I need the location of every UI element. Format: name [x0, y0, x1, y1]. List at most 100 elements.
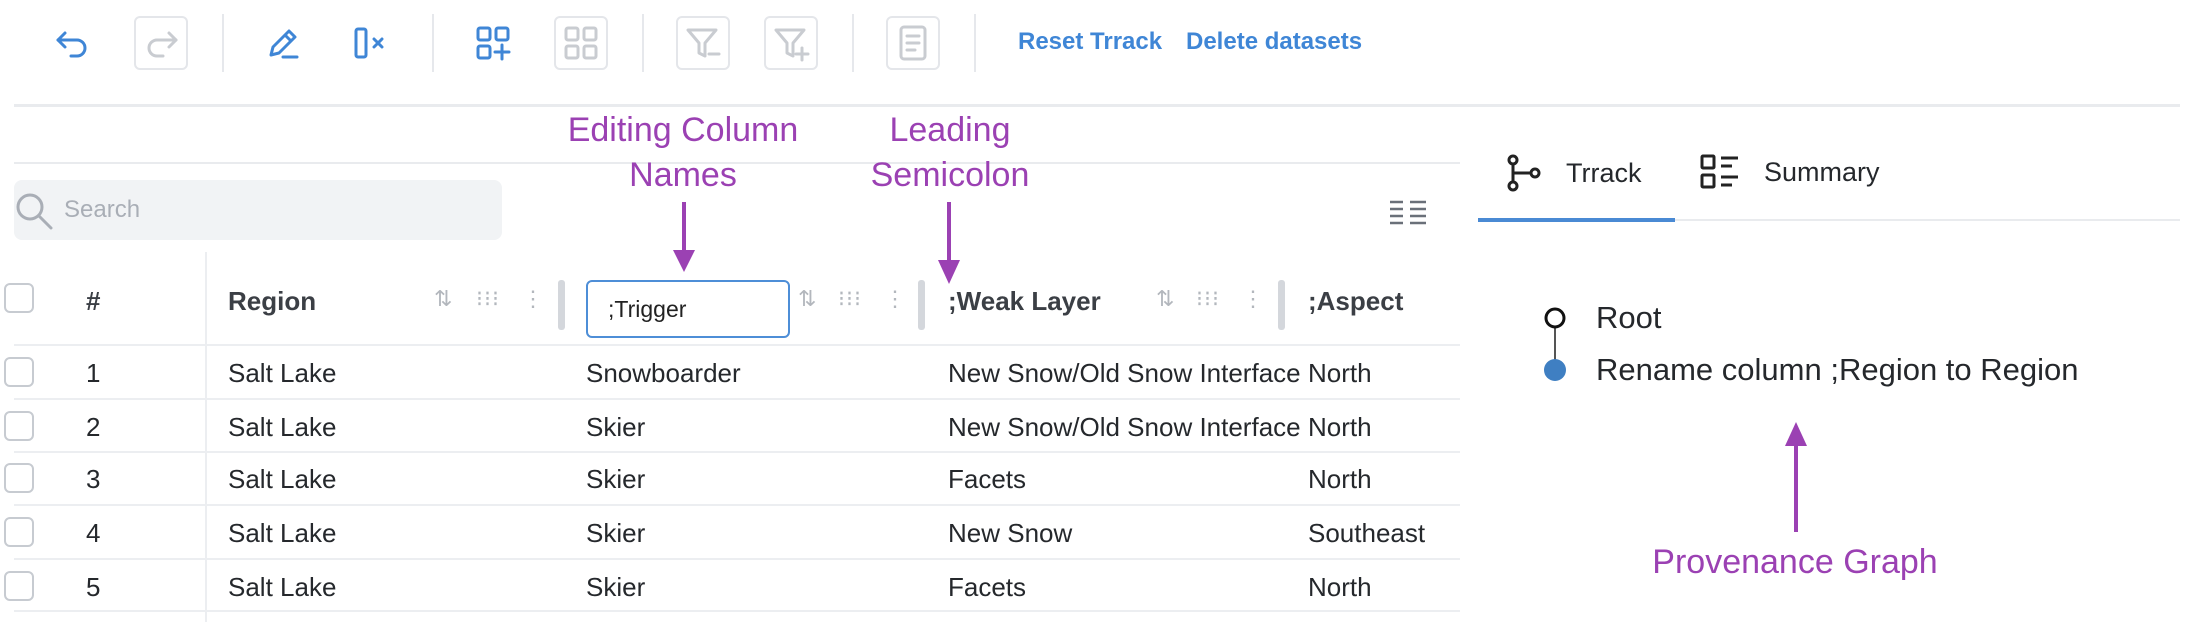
tab-summary-label: Summary: [1764, 156, 1880, 187]
annotation-editing-column-names: Editing Column Names: [567, 111, 799, 194]
row-checkbox[interactable]: [4, 571, 34, 601]
filter-add-button[interactable]: [764, 16, 818, 70]
drag-handle-icon[interactable]: ⁝⁝⁝: [1196, 286, 1220, 312]
header-region[interactable]: Region: [228, 286, 316, 317]
cell-aspect: North: [1308, 412, 1372, 442]
row-checkbox[interactable]: [4, 517, 34, 547]
edit-button[interactable]: [256, 16, 310, 70]
column-remove-icon: [354, 27, 384, 59]
column-resize-handle[interactable]: [558, 280, 565, 330]
git-branch-icon: [1507, 154, 1541, 192]
select-all-checkbox[interactable]: [4, 283, 34, 313]
cell-weak-layer: New Snow: [948, 518, 1073, 548]
toolbar-separator: [974, 14, 976, 72]
delete-column-button[interactable]: [344, 16, 398, 70]
reset-trrack-button[interactable]: Reset Trrack: [1018, 28, 1162, 56]
header-weak-layer[interactable]: ;Weak Layer: [948, 286, 1101, 317]
sort-icon[interactable]: ⇅: [1156, 286, 1175, 312]
undo-icon: [56, 31, 87, 58]
drag-handle-icon[interactable]: ⁝⁝⁝: [476, 286, 500, 312]
search-icon: [16, 193, 53, 230]
cell-weak-layer: Facets: [948, 464, 1027, 494]
cell-aspect: Southeast: [1308, 518, 1426, 548]
column-density-icon[interactable]: [1388, 198, 1428, 230]
cell-region: Salt Lake: [228, 518, 337, 548]
cell-trigger: Snowboarder: [586, 358, 741, 388]
annotation-arrow-down: [938, 202, 960, 284]
cell-aspect: North: [1308, 572, 1372, 602]
search-input[interactable]: Search: [14, 180, 502, 240]
cell-weak-layer: New Snow/Old Snow Interface: [948, 358, 1301, 388]
cell-region: Salt Lake: [228, 358, 337, 388]
cell-index: 2: [86, 412, 101, 442]
cell-region: Salt Lake: [228, 464, 337, 494]
tab-trrack-label: Trrack: [1566, 157, 1642, 188]
provenance-tree: [1544, 307, 1566, 381]
cell-index: 3: [86, 464, 101, 494]
sort-icon[interactable]: ⇅: [434, 286, 453, 312]
search-placeholder: Search: [64, 196, 141, 223]
column-menu-icon[interactable]: ⋮: [1242, 286, 1265, 312]
delete-datasets-button[interactable]: Delete datasets: [1186, 28, 1362, 56]
notes-button[interactable]: [886, 16, 940, 70]
header-row-border: [14, 344, 1460, 346]
column-resize-handle[interactable]: [918, 280, 925, 330]
toolbar-separator: [222, 14, 224, 72]
cell-region: Salt Lake: [228, 412, 337, 442]
cell-aspect: North: [1308, 464, 1372, 494]
cell-trigger: Skier: [586, 572, 646, 602]
sort-icon[interactable]: ⇅: [798, 286, 817, 312]
cell-trigger: Skier: [586, 412, 646, 442]
redo-button[interactable]: [134, 16, 188, 70]
annotation-leading-semicolon: Leading Semicolon: [870, 111, 1030, 194]
cell-trigger: Skier: [586, 518, 646, 548]
tab-summary[interactable]: Summary: [1700, 154, 1880, 190]
row-border: [14, 504, 1460, 506]
grid-add-icon: [476, 26, 511, 61]
annotation-provenance-graph: Provenance Graph: [1652, 543, 1938, 581]
cell-index: 4: [86, 518, 101, 548]
grid-icon: [564, 26, 598, 60]
row-border: [14, 398, 1460, 400]
pencil-icon: [269, 29, 299, 59]
column-menu-icon[interactable]: ⋮: [884, 286, 907, 312]
redo-icon: [147, 31, 178, 58]
cell-aspect: North: [1308, 358, 1372, 388]
cell-weak-layer: Facets: [948, 572, 1027, 602]
drag-handle-icon[interactable]: ⁝⁝⁝: [838, 286, 862, 312]
cell-trigger: Skier: [586, 464, 646, 494]
cell-region: Salt Lake: [228, 572, 337, 602]
add-widget-button[interactable]: [466, 16, 520, 70]
row-checkbox[interactable]: [4, 357, 34, 387]
index-column-border: [205, 252, 207, 622]
toolbar-divider: [14, 104, 2180, 107]
header-index: #: [86, 286, 101, 316]
header-aspect[interactable]: ;Aspect: [1308, 286, 1403, 317]
row-border: [14, 610, 1460, 612]
cell-weak-layer: New Snow/Old Snow Interface: [948, 412, 1301, 442]
column-resize-handle[interactable]: [1278, 280, 1285, 330]
row-border: [14, 558, 1460, 560]
provenance-node-root-icon: [1544, 307, 1566, 329]
toolbar-separator: [852, 14, 854, 72]
annotation-arrow-down: [673, 202, 695, 272]
active-tab-indicator: [1478, 218, 1675, 222]
cell-index: 1: [86, 358, 101, 388]
annotation-arrow-up: [1785, 422, 1807, 532]
toolbar-separator: [432, 14, 434, 72]
cell-index: 5: [86, 572, 101, 602]
column-name-input[interactable]: [586, 280, 790, 338]
filter-remove-button[interactable]: [676, 16, 730, 70]
undo-button[interactable]: [46, 16, 100, 70]
grid-button[interactable]: [554, 16, 608, 70]
row-checkbox[interactable]: [4, 411, 34, 441]
provenance-node-root[interactable]: Root: [1596, 300, 1661, 336]
row-checkbox[interactable]: [4, 463, 34, 493]
toolbar-separator: [642, 14, 644, 72]
document-icon: [899, 25, 927, 61]
row-border: [14, 451, 1460, 453]
tab-trrack[interactable]: Trrack: [1506, 154, 1642, 192]
provenance-node-current[interactable]: Rename column ;Region to Region: [1596, 352, 2079, 388]
provenance-node-current-icon: [1544, 359, 1566, 381]
column-menu-icon[interactable]: ⋮: [522, 286, 545, 312]
